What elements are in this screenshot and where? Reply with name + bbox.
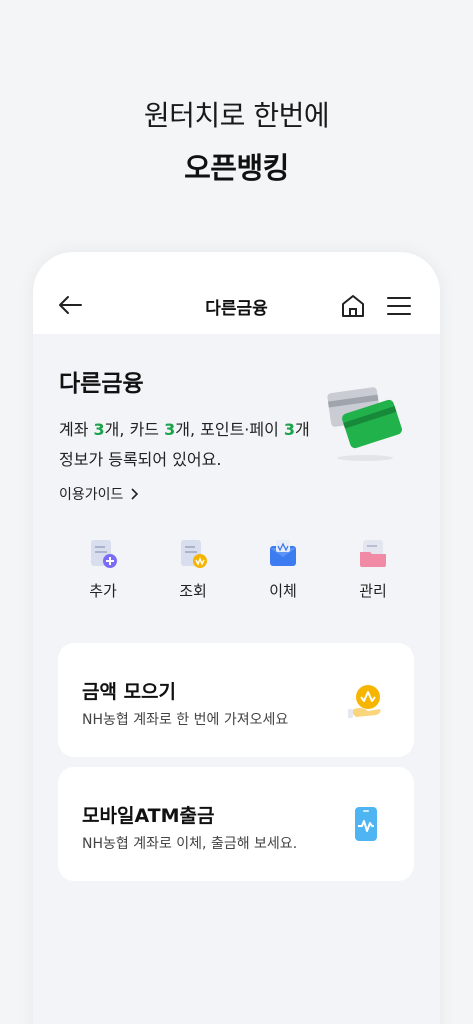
- coin-hand-icon: [348, 685, 381, 718]
- headline-line2: 오픈뱅킹: [184, 151, 289, 185]
- headline-line1: 원터치로 한번에: [143, 99, 330, 132]
- cards-illustration-icon: [327, 387, 402, 461]
- document-search-icon: [181, 540, 207, 568]
- home-icon[interactable]: [339, 292, 367, 320]
- document-add-icon: [91, 540, 117, 568]
- hamburger-menu-icon[interactable]: [384, 292, 414, 320]
- page-title: 다른금융: [205, 299, 268, 319]
- registration-summary: 계좌 3개, 카드 3개, 포인트·페이 3개 정보가 등록되어 있어요.: [59, 415, 310, 475]
- mobile-atm-icon: [355, 807, 377, 841]
- card-title: 금액 모으기: [82, 681, 177, 703]
- cards-count: 3: [164, 420, 176, 439]
- promo-headline: 원터치로 한번에 오픈뱅킹: [0, 90, 473, 194]
- card-mobile-atm[interactable]: 모바일ATM출금 NH농협 계좌로 이체, 출금해 보세요.: [58, 767, 414, 881]
- transfer-icon: [270, 540, 296, 566]
- summary-text: 개: [295, 420, 310, 439]
- action-manage-label: 관리: [359, 582, 387, 600]
- card-subtitle: NH농협 계좌로 이체, 출금해 보세요.: [82, 836, 298, 852]
- app-header: 다른금융: [33, 252, 440, 334]
- card-title: 모바일ATM출금: [82, 805, 215, 827]
- accounts-count: 3: [93, 420, 105, 439]
- points-count: 3: [283, 420, 296, 439]
- folder-manage-icon: [360, 540, 386, 567]
- usage-guide-label: 이용가이드: [59, 487, 124, 503]
- action-transfer-label: 이체: [269, 582, 297, 600]
- card-subtitle: NH농협 계좌로 한 번에 가져오세요: [82, 712, 289, 728]
- phone-frame: 다른금융 다른금융 계좌 3개, 카드 3개, 포인트·페이 3개 정보가 등록…: [33, 252, 440, 1024]
- summary-line2: 정보가 등록되어 있어요.: [59, 450, 222, 469]
- section-title: 다른금융: [59, 371, 144, 397]
- action-transfer[interactable]: 이체: [248, 538, 318, 601]
- chevron-right-icon: [131, 488, 139, 500]
- quick-actions: 추가 조회 이체 관리: [53, 538, 423, 608]
- action-search-label: 조회: [179, 582, 207, 600]
- summary-text: 개, 포인트·페이: [175, 420, 284, 439]
- action-search[interactable]: 조회: [158, 538, 228, 601]
- summary-text: 개, 카드: [104, 420, 165, 439]
- action-manage[interactable]: 관리: [338, 538, 408, 601]
- action-add-label: 추가: [89, 582, 117, 600]
- action-add[interactable]: 추가: [68, 538, 138, 601]
- summary-text: 계좌: [59, 420, 94, 439]
- usage-guide-link[interactable]: 이용가이드: [59, 484, 139, 504]
- card-collect-money[interactable]: 금액 모으기 NH농협 계좌로 한 번에 가져오세요: [58, 643, 414, 757]
